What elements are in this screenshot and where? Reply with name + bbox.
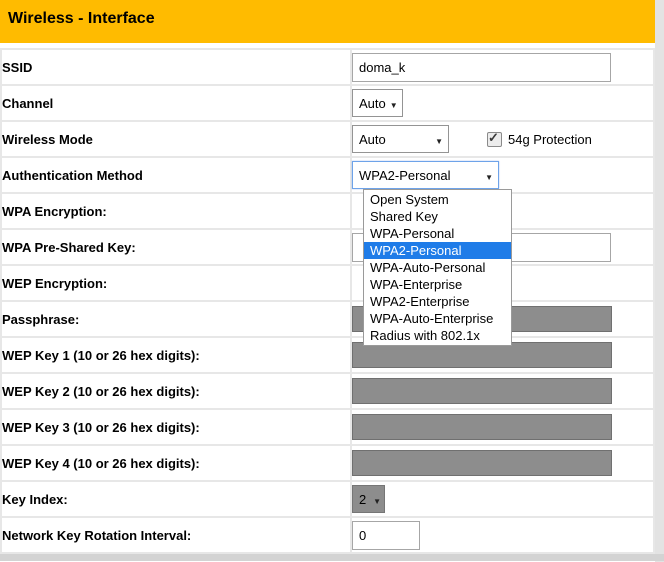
dropdown-option[interactable]: Shared Key [364, 208, 511, 225]
form-row-wireless-mode: Wireless Mode Auto 54g Protection [1, 121, 654, 157]
54g-protection-label: 54g Protection [508, 132, 592, 147]
form-row-wpa-psk: WPA Pre-Shared Key: [1, 229, 654, 265]
wpa-encryption-label: WPA Encryption: [1, 193, 351, 229]
chevron-down-icon [390, 96, 398, 111]
key-index-select-value: 2 [359, 492, 366, 507]
wep-key-1-label: WEP Key 1 (10 or 26 hex digits): [1, 337, 351, 373]
key-index-label: Key Index: [1, 481, 351, 517]
form-row-wep-key-2: WEP Key 2 (10 or 26 hex digits): [1, 373, 654, 409]
form-row-auth-method: Authentication Method WPA2-Personal [1, 157, 654, 193]
wep-encryption-label: WEP Encryption: [1, 265, 351, 301]
page-title-bar: Wireless - Interface [0, 0, 655, 43]
auth-method-select[interactable]: WPA2-Personal [352, 161, 499, 189]
wep-key-3-input-disabled [352, 414, 612, 440]
ssid-input[interactable] [352, 53, 611, 82]
form-row-wep-key-4: WEP Key 4 (10 or 26 hex digits): [1, 445, 654, 481]
wpa-psk-label: WPA Pre-Shared Key: [1, 229, 351, 265]
dropdown-option-selected[interactable]: WPA2-Personal [364, 242, 511, 259]
wireless-settings-table: SSID Channel Auto Wireless Mode Auto 54g… [0, 48, 655, 554]
wireless-mode-label: Wireless Mode [1, 121, 351, 157]
auth-method-label: Authentication Method [1, 157, 351, 193]
wireless-mode-select[interactable]: Auto [352, 125, 449, 153]
chevron-down-icon [485, 168, 493, 183]
dropdown-option[interactable]: WPA-Personal [364, 225, 511, 242]
dropdown-option[interactable]: WPA-Enterprise [364, 276, 511, 293]
form-row-key-index: Key Index: 2 [1, 481, 654, 517]
form-row-wep-encryption: WEP Encryption: [1, 265, 654, 301]
channel-label: Channel [1, 85, 351, 121]
wep-key-2-input-disabled [352, 378, 612, 404]
wireless-mode-select-value: Auto [359, 132, 386, 147]
wep-key-3-label: WEP Key 3 (10 or 26 hex digits): [1, 409, 351, 445]
form-row-ssid: SSID [1, 49, 654, 85]
form-row-channel: Channel Auto [1, 85, 654, 121]
wep-key-4-label: WEP Key 4 (10 or 26 hex digits): [1, 445, 351, 481]
form-row-rotation-interval: Network Key Rotation Interval: [1, 517, 654, 553]
channel-select[interactable]: Auto [352, 89, 403, 117]
rotation-interval-label: Network Key Rotation Interval: [1, 517, 351, 553]
form-row-passphrase: Passphrase: [1, 301, 654, 337]
chevron-down-icon [435, 132, 443, 147]
auth-method-select-value: WPA2-Personal [359, 168, 451, 183]
form-row-wep-key-1: WEP Key 1 (10 or 26 hex digits): [1, 337, 654, 373]
key-index-select: 2 [352, 485, 385, 513]
dropdown-option[interactable]: Radius with 802.1x [364, 327, 511, 344]
chevron-down-icon [373, 492, 381, 507]
ssid-label: SSID [1, 49, 351, 85]
dropdown-option[interactable]: WPA-Auto-Personal [364, 259, 511, 276]
54g-protection-checkbox[interactable] [487, 132, 502, 147]
wep-key-2-label: WEP Key 2 (10 or 26 hex digits): [1, 373, 351, 409]
auth-method-dropdown-list: Open System Shared Key WPA-Personal WPA2… [363, 189, 512, 346]
passphrase-label: Passphrase: [1, 301, 351, 337]
page-right-gutter [655, 0, 664, 562]
dropdown-option[interactable]: WPA2-Enterprise [364, 293, 511, 310]
dropdown-option[interactable]: Open System [364, 191, 511, 208]
dropdown-option[interactable]: WPA-Auto-Enterprise [364, 310, 511, 327]
form-row-wpa-encryption: WPA Encryption: [1, 193, 654, 229]
wireless-interface-page: Wireless - Interface SSID Channel Auto W… [0, 0, 664, 562]
channel-select-value: Auto [359, 96, 386, 111]
form-row-wep-key-3: WEP Key 3 (10 or 26 hex digits): [1, 409, 654, 445]
rotation-interval-input[interactable] [352, 521, 420, 550]
wep-key-4-input-disabled [352, 450, 612, 476]
page-title: Wireless - Interface [0, 0, 655, 28]
bottom-divider-bar [0, 554, 664, 561]
